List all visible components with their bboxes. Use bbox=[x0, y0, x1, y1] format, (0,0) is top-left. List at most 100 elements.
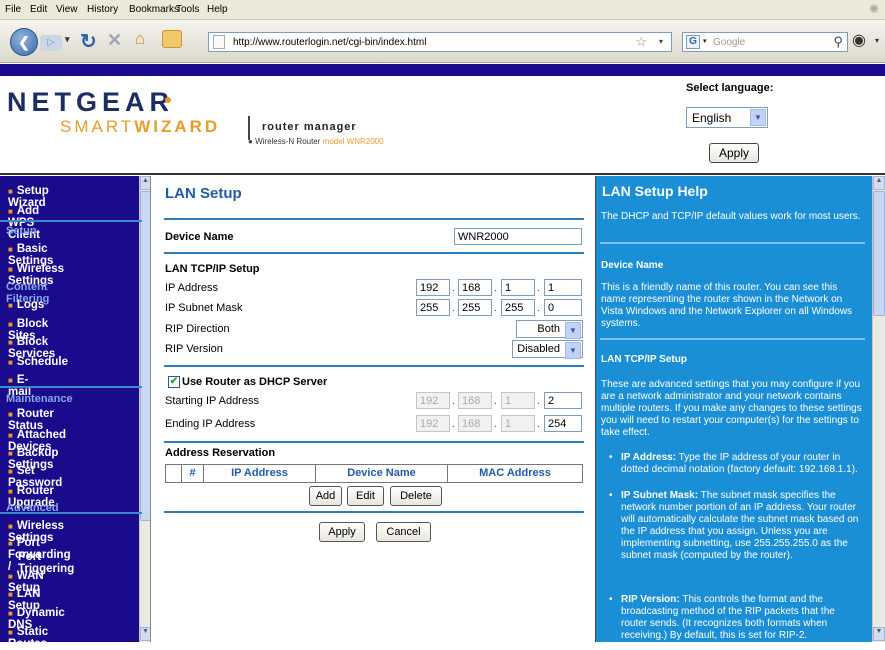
octet-separator: . bbox=[452, 396, 455, 407]
device-name-input[interactable]: WNR2000 bbox=[454, 228, 582, 245]
help-device-name-heading: Device Name bbox=[601, 260, 664, 271]
delete-button[interactable]: Delete bbox=[390, 486, 442, 506]
router-model-label: ● Wireless-N Router model WNR2000 bbox=[248, 137, 384, 146]
overflow-icon[interactable]: ▾ bbox=[875, 36, 879, 45]
ip-address-octet-4[interactable]: 1 bbox=[544, 279, 582, 296]
back-button[interactable]: ❮ bbox=[10, 28, 38, 56]
apply-language-button[interactable]: Apply bbox=[709, 143, 759, 163]
menu-help[interactable]: Help bbox=[207, 4, 228, 15]
sidebar-scrollbar[interactable]: ▲ ▼ bbox=[139, 176, 151, 642]
menu-view[interactable]: View bbox=[56, 4, 78, 15]
help-scrollbar[interactable]: ▲ ▼ bbox=[872, 176, 885, 642]
url-dropdown-icon[interactable]: ▾ bbox=[659, 37, 663, 46]
browser-menu-bar: File Edit View History Bookmarks Tools H… bbox=[0, 0, 885, 20]
dhcp-label: Use Router as DHCP Server bbox=[182, 376, 328, 388]
sidebar-item[interactable]: ■ Logs bbox=[8, 299, 44, 311]
add-button[interactable]: Add bbox=[309, 486, 342, 506]
octet-separator: . bbox=[537, 303, 540, 314]
help-divider bbox=[600, 242, 865, 244]
search-bar[interactable]: G ▾ Google ⚲ bbox=[682, 32, 848, 52]
start-ip-octet-4[interactable]: 2 bbox=[544, 392, 582, 409]
start-ip-octet-1: 192 bbox=[416, 392, 450, 409]
help-bullet-rip-label: RIP Version: bbox=[621, 594, 680, 605]
table-header-number: # bbox=[182, 465, 204, 482]
sidebar-item-label: Logs bbox=[16, 299, 45, 311]
throbber-icon: ✺ bbox=[868, 2, 879, 16]
google-icon[interactable]: G bbox=[686, 35, 700, 49]
bullet-icon: ■ bbox=[8, 245, 13, 254]
ip-address-octet-1[interactable]: 192 bbox=[416, 279, 450, 296]
bullet-icon: ■ bbox=[8, 590, 13, 599]
smart-text: SMART bbox=[60, 117, 135, 136]
subnet-mask-octet-4[interactable]: 0 bbox=[544, 299, 582, 316]
bullet-icon: ■ bbox=[8, 320, 13, 329]
menu-tools[interactable]: Tools bbox=[176, 4, 199, 15]
help-lan-heading: LAN TCP/IP Setup bbox=[601, 354, 687, 365]
search-icon[interactable]: ⚲ bbox=[833, 34, 843, 50]
history-dropdown-icon[interactable]: ▾ bbox=[65, 34, 70, 45]
help-bullet-rip: • RIP Version: This controls the format … bbox=[609, 594, 835, 641]
help-divider bbox=[600, 338, 865, 340]
sidebar-item-label: Static Routes bbox=[8, 626, 49, 650]
url-text: http://www.routerlogin.net/cgi-bin/index… bbox=[233, 37, 427, 48]
cancel-button[interactable]: Cancel bbox=[376, 522, 431, 542]
ip-address-octet-3[interactable]: 1 bbox=[501, 279, 535, 296]
ip-address-octet-2[interactable]: 168 bbox=[458, 279, 492, 296]
subnet-mask-octet-2[interactable]: 255 bbox=[458, 299, 492, 316]
home-icon[interactable]: ⌂ bbox=[135, 29, 145, 49]
end-ip-octet-4[interactable]: 254 bbox=[544, 415, 582, 432]
scroll-thumb[interactable] bbox=[873, 191, 885, 316]
engine-dropdown-icon[interactable]: ▾ bbox=[703, 37, 707, 45]
dhcp-checkbox[interactable]: ✔ bbox=[168, 376, 180, 388]
menu-edit[interactable]: Edit bbox=[30, 4, 47, 15]
language-value: English bbox=[692, 111, 732, 125]
menu-bookmarks[interactable]: Bookmarks bbox=[129, 4, 179, 15]
subnet-mask-octet-3[interactable]: 255 bbox=[501, 299, 535, 316]
help-bullet-ip: • IP Address: Type the IP address of you… bbox=[609, 452, 858, 475]
menu-history[interactable]: History bbox=[87, 4, 118, 15]
sidebar-item[interactable]: ■ Static Routes bbox=[8, 626, 48, 650]
subnet-mask-octet-1[interactable]: 255 bbox=[416, 299, 450, 316]
rip-direction-select[interactable]: Both ▼ bbox=[516, 320, 583, 339]
rip-direction-value: Both bbox=[537, 323, 560, 335]
forward-button[interactable]: ▷ bbox=[40, 35, 62, 51]
scroll-down-icon[interactable]: ▼ bbox=[873, 627, 885, 641]
divider bbox=[164, 252, 584, 254]
divider bbox=[164, 511, 584, 513]
select-language-label: Select language: bbox=[686, 82, 774, 94]
start-ip-label: Starting IP Address bbox=[165, 395, 259, 407]
bullet-icon: ■ bbox=[8, 187, 13, 196]
rip-version-label: RIP Version bbox=[165, 343, 223, 355]
sidebar-item-label: Schedule bbox=[16, 356, 68, 368]
sidebar-divider bbox=[0, 220, 142, 222]
octet-separator: . bbox=[537, 419, 540, 430]
apply-button[interactable]: Apply bbox=[319, 522, 365, 542]
url-bar[interactable]: http://www.routerlogin.net/cgi-bin/index… bbox=[208, 32, 672, 52]
reload-icon[interactable]: ↻ bbox=[80, 29, 97, 54]
octet-separator: . bbox=[452, 283, 455, 294]
camera-icon[interactable]: ◉ bbox=[852, 30, 866, 50]
edit-button[interactable]: Edit bbox=[347, 486, 384, 506]
table-header-ip: IP Address bbox=[204, 465, 316, 482]
language-select[interactable]: English ▼ bbox=[686, 107, 768, 128]
bookmark-star-icon[interactable]: ☆ bbox=[635, 34, 647, 50]
bullet-icon: ■ bbox=[8, 265, 13, 274]
bullet-icon: ■ bbox=[8, 338, 13, 347]
router-model: model WNR2000 bbox=[322, 137, 384, 146]
addon-icon[interactable] bbox=[162, 30, 182, 48]
help-title: LAN Setup Help bbox=[602, 183, 708, 199]
help-lan-text: These are advanced settings that you may… bbox=[601, 379, 862, 438]
sidebar-item[interactable]: ■ Schedule bbox=[8, 356, 68, 368]
table-header-radio bbox=[166, 465, 182, 482]
bullet-icon: ■ bbox=[8, 358, 13, 367]
rip-version-select[interactable]: Disabled ▼ bbox=[512, 340, 583, 359]
octet-separator: . bbox=[537, 396, 540, 407]
help-device-name-text: This is a friendly name of this router. … bbox=[601, 282, 853, 329]
help-bullet-ip-label: IP Address: bbox=[621, 452, 677, 463]
logo-dot-icon bbox=[165, 97, 171, 103]
stop-icon[interactable]: ✕ bbox=[107, 30, 122, 51]
divider bbox=[164, 365, 584, 367]
bullet-icon: ■ bbox=[8, 609, 13, 618]
menu-file[interactable]: File bbox=[5, 4, 21, 15]
scroll-up-icon[interactable]: ▲ bbox=[873, 176, 885, 190]
